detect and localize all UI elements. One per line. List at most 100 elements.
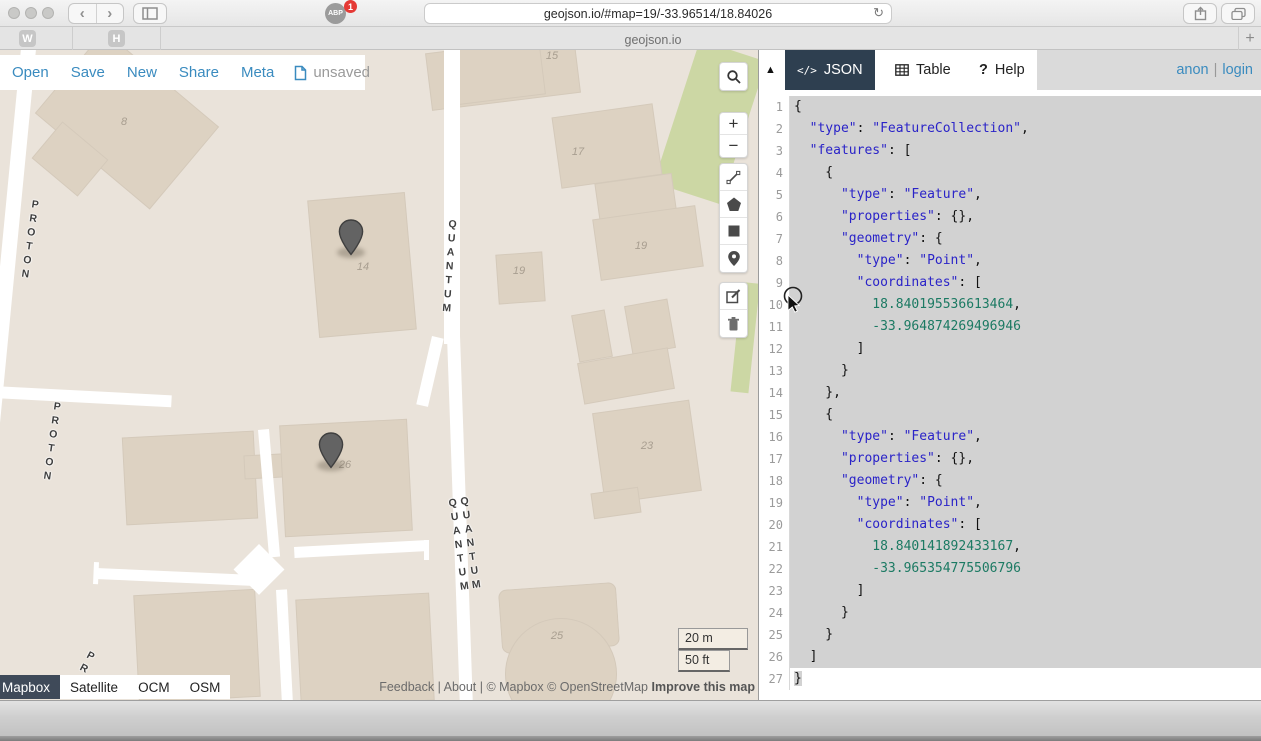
improve-map-link[interactable]: Improve this map [652, 680, 756, 694]
editor-line[interactable]: 16 "type": "Feature", [759, 426, 1261, 448]
search-button[interactable] [720, 63, 747, 90]
editor-line[interactable]: 19 "type": "Point", [759, 492, 1261, 514]
editor-line[interactable]: 5 "type": "Feature", [759, 184, 1261, 206]
delete-features-button[interactable] [720, 310, 747, 337]
editor-line[interactable]: 26 ] [759, 646, 1261, 668]
new-tab-button[interactable]: + [1240, 29, 1260, 49]
zoom-window-button[interactable] [42, 7, 54, 19]
share-link[interactable]: Share [179, 64, 219, 81]
login-link[interactable]: login [1222, 62, 1253, 78]
line-code[interactable]: ] [790, 580, 1261, 602]
draw-polygon-button[interactable] [720, 191, 747, 218]
attribution-links[interactable]: Feedback | About | © Mapbox © OpenStreet… [379, 680, 648, 694]
editor-line[interactable]: 20 "coordinates": [ [759, 514, 1261, 536]
line-code[interactable]: } [790, 360, 1261, 382]
editor-line[interactable]: 27} [759, 668, 1261, 690]
open-link[interactable]: Open [12, 64, 49, 81]
editor-line[interactable]: 7 "geometry": { [759, 228, 1261, 250]
line-code[interactable]: "type": "Feature", [790, 426, 1261, 448]
collapse-panel-button[interactable]: ▲ [765, 64, 776, 76]
layer-osm-button[interactable]: OSM [180, 675, 231, 699]
line-code[interactable]: "properties": {}, [790, 448, 1261, 470]
share-button[interactable] [1183, 3, 1217, 24]
anon-link[interactable]: anon [1176, 62, 1208, 78]
editor-line[interactable]: 21 18.840141892433167, [759, 536, 1261, 558]
editor-line[interactable]: 10 18.840195536613464, [759, 294, 1261, 316]
line-code[interactable]: -33.964874269496946 [790, 316, 1261, 338]
editor-line[interactable]: 2 "type": "FeatureCollection", [759, 118, 1261, 140]
editor-line[interactable]: 18 "geometry": { [759, 470, 1261, 492]
editor-line[interactable]: 17 "properties": {}, [759, 448, 1261, 470]
editor-line[interactable]: 9 "coordinates": [ [759, 272, 1261, 294]
line-code[interactable]: "geometry": { [790, 228, 1261, 250]
layer-satellite-button[interactable]: Satellite [60, 675, 128, 699]
sidebar-button[interactable] [133, 3, 167, 24]
editor-line[interactable]: 8 "type": "Point", [759, 250, 1261, 272]
pinned-tab-w[interactable]: W [19, 30, 36, 47]
editor-line[interactable]: 22 -33.965354775506796 [759, 558, 1261, 580]
editor-line[interactable]: 11 -33.964874269496946 [759, 316, 1261, 338]
zoom-in-button[interactable]: + [720, 113, 747, 135]
layer-ocm-button[interactable]: OCM [128, 675, 180, 699]
map-marker[interactable] [338, 219, 364, 261]
pinned-tab-h[interactable]: H [108, 30, 125, 47]
line-code[interactable]: }, [790, 382, 1261, 404]
line-code[interactable]: "properties": {}, [790, 206, 1261, 228]
meta-link[interactable]: Meta [241, 64, 274, 81]
editor-line[interactable]: 24 } [759, 602, 1261, 624]
line-code[interactable]: } [790, 624, 1261, 646]
line-code[interactable]: "features": [ [790, 140, 1261, 162]
active-tab-title[interactable]: geojson.io [625, 33, 682, 47]
editor-line[interactable]: 25 } [759, 624, 1261, 646]
line-code[interactable]: "type": "FeatureCollection", [790, 118, 1261, 140]
line-code[interactable]: { [790, 404, 1261, 426]
editor-line[interactable]: 14 }, [759, 382, 1261, 404]
editor-line[interactable]: 13 } [759, 360, 1261, 382]
line-code[interactable]: } [790, 602, 1261, 624]
tab-help[interactable]: ? Help [967, 50, 1037, 90]
editor-line[interactable]: 12 ] [759, 338, 1261, 360]
line-code[interactable]: "type": "Feature", [790, 184, 1261, 206]
adblock-extension-icon[interactable]: ABP [325, 3, 346, 24]
line-code[interactable]: { [790, 96, 1261, 118]
line-code[interactable]: ] [790, 338, 1261, 360]
zoom-out-button[interactable]: − [720, 135, 747, 157]
line-code[interactable]: { [790, 162, 1261, 184]
tab-table[interactable]: Table [883, 50, 963, 90]
minimize-window-button[interactable] [25, 7, 37, 19]
line-number: 27 [759, 668, 790, 690]
line-code[interactable]: "type": "Point", [790, 250, 1261, 272]
line-code[interactable]: 18.840195536613464, [790, 294, 1261, 316]
line-code[interactable]: 18.840141892433167, [790, 536, 1261, 558]
line-code[interactable]: "geometry": { [790, 470, 1261, 492]
line-code[interactable]: "coordinates": [ [790, 514, 1261, 536]
draw-marker-button[interactable] [720, 245, 747, 272]
map-marker[interactable] [318, 432, 344, 474]
line-code[interactable]: -33.965354775506796 [790, 558, 1261, 580]
save-link[interactable]: Save [71, 64, 105, 81]
back-button[interactable]: ‹ [69, 4, 97, 23]
edit-features-button[interactable] [720, 283, 747, 310]
line-code[interactable]: "coordinates": [ [790, 272, 1261, 294]
json-editor[interactable]: 1{2 "type": "FeatureCollection",3 "featu… [759, 90, 1261, 700]
layer-mapbox-button[interactable]: Mapbox [0, 675, 60, 699]
draw-line-button[interactable] [720, 164, 747, 191]
map-canvas[interactable]: QUANTUMQUANTUM QUANTUMPROTONPROTONPR8151… [0, 50, 758, 700]
close-window-button[interactable] [8, 7, 20, 19]
editor-line[interactable]: 4 { [759, 162, 1261, 184]
editor-line[interactable]: 15 { [759, 404, 1261, 426]
editor-line[interactable]: 1{ [759, 96, 1261, 118]
editor-line[interactable]: 23 ] [759, 580, 1261, 602]
reload-icon[interactable]: ↻ [873, 5, 884, 21]
draw-rectangle-button[interactable] [720, 218, 747, 245]
editor-line[interactable]: 6 "properties": {}, [759, 206, 1261, 228]
forward-button[interactable]: › [97, 4, 124, 23]
editor-line[interactable]: 3 "features": [ [759, 140, 1261, 162]
line-code[interactable]: ] [790, 646, 1261, 668]
line-code[interactable]: } [790, 668, 1261, 690]
tab-json[interactable]: </> JSON [785, 50, 875, 90]
address-bar[interactable]: geojson.io/#map=19/-33.96514/18.84026 ↻ [424, 3, 892, 24]
tab-overview-button[interactable] [1221, 3, 1255, 24]
line-code[interactable]: "type": "Point", [790, 492, 1261, 514]
new-link[interactable]: New [127, 64, 157, 81]
